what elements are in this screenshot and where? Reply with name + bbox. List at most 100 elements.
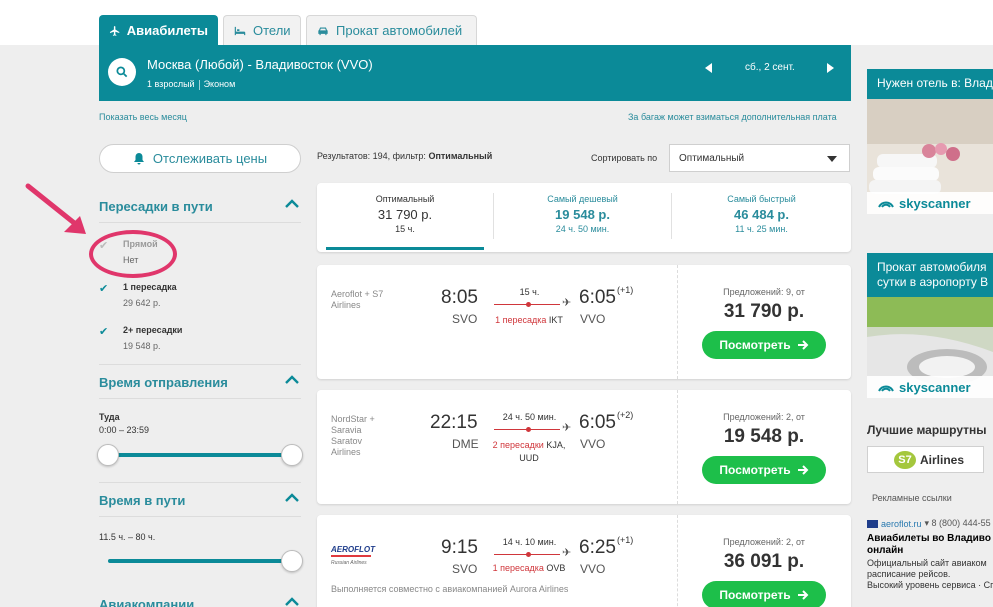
tab-flights[interactable]: Авиабилеты [99, 15, 218, 45]
sort-select[interactable]: Оптимальный [669, 144, 850, 172]
filter-departure-header[interactable]: Время отправления [99, 375, 301, 390]
skyscanner-logo: skyscanner [867, 376, 993, 398]
filter-stops-header[interactable]: Пересадки в пути [99, 199, 301, 214]
logo-wings [331, 555, 371, 557]
stops-count: 1 пересадка [492, 563, 544, 573]
departure-airport: SVO [452, 312, 478, 326]
s7-logo-name: Airlines [920, 452, 965, 467]
flight-card[interactable]: Aeroflot + S7 Airlines 8:05 SVO 15 ч. ✈ … [317, 265, 851, 379]
departure-time: 8:05 [441, 287, 478, 308]
filter-airlines-header[interactable]: Авиакомпании [99, 597, 301, 607]
carrier-line: Saravia [331, 425, 362, 435]
flight-card[interactable]: NordStar + Saravia Saratov Airlines 22:1… [317, 390, 851, 504]
flag-icon [867, 519, 878, 528]
search-icon[interactable] [108, 58, 136, 86]
ad-text: Высокий уровень сервиса · Сп [867, 580, 993, 590]
departure-label: Туда [99, 412, 120, 422]
ad-title-cont[interactable]: онлайн [867, 545, 903, 556]
checkbox-icon[interactable]: ✔ [99, 282, 113, 296]
arrival-day-offset: (+1) [617, 285, 634, 295]
departure-time: 22:15 [430, 412, 478, 433]
duration-slider-max-handle[interactable] [281, 550, 303, 572]
departure-slider-min-handle[interactable] [97, 444, 119, 466]
sort-value: Оптимальный [679, 153, 745, 164]
carrier-line: Saratov [331, 436, 363, 446]
sort-tab-optimal[interactable]: Оптимальный 31 790 р. 15 ч. [317, 183, 493, 252]
view-flight-button[interactable]: Посмотреть [702, 456, 826, 484]
duration-slider-track[interactable] [108, 559, 293, 563]
filter-duration-header[interactable]: Время в пути [99, 493, 301, 508]
s7-airlines-logo[interactable]: S7 Airlines [867, 446, 984, 473]
annotation-circle [89, 230, 177, 278]
checkbox-icon[interactable]: ✔ [99, 325, 113, 339]
divider [99, 516, 301, 517]
view-flight-button[interactable]: Посмотреть [702, 581, 826, 607]
stops-count: 2 пересадки [492, 440, 544, 450]
ad-title[interactable]: Авиабилеты во Владиво [867, 533, 991, 544]
plane-icon: ✈ [562, 547, 572, 559]
sort-tab-fastest[interactable]: Самый быстрый 46 484 р. 11 ч. 25 мин. [672, 183, 851, 252]
passengers-text: 1 взрослый [147, 79, 195, 89]
next-date-icon[interactable] [823, 61, 837, 75]
carrier-name: Aeroflot + S7 Airlines [331, 289, 383, 311]
sort-tab-title: Оптимальный [375, 194, 435, 204]
skyscanner-icon [878, 385, 894, 392]
departure-airport: DME [452, 437, 479, 451]
show-month-link[interactable]: Показать весь месяц [99, 112, 187, 122]
flight-price: 36 091 р. [723, 551, 805, 572]
bed-icon [234, 26, 246, 35]
separator [198, 80, 200, 90]
departure-slider-track[interactable] [108, 453, 293, 457]
route-details: 1 взрослый Эконом [147, 79, 235, 90]
stop-dot [526, 552, 531, 557]
skyscanner-text: skyscanner [899, 195, 971, 211]
arrival-airport: VVO [580, 312, 606, 326]
track-prices-button[interactable]: Отслеживать цены [99, 144, 301, 173]
stops-info: 1 пересадка OVB [487, 563, 571, 573]
ad-url[interactable]: aeroflot.ru [881, 519, 922, 529]
option-sub: 19 548 р. [123, 341, 161, 351]
ad-phone: ▾ 8 (800) 444-55 [924, 518, 991, 528]
flight-duration: 24 ч. 50 мин. [502, 412, 557, 422]
baggage-fee-link[interactable]: За багаж может взиматься дополнительная … [628, 112, 837, 122]
search-summary-bar[interactable]: Москва (Любой) - Владивосток (VVO) 1 взр… [99, 45, 851, 101]
flight-duration: 15 ч. [519, 287, 540, 297]
arrival-time: 6:05 [579, 287, 616, 308]
caret-down-icon [827, 156, 837, 162]
offers-count: Предложений: 9, от [723, 287, 805, 297]
arrival-day-offset: (+2) [617, 410, 634, 420]
car-rental-ad[interactable]: Прокат автомобиля сутки в аэропорту В sk… [867, 253, 993, 398]
sort-tab-price: 31 790 р. [377, 207, 433, 222]
departure-airport: SVO [452, 562, 478, 576]
hotel-ad[interactable]: Нужен отель в: Влад skyscanner [867, 69, 993, 214]
flight-card[interactable]: AEROFLOT Russian Airlines 9:15 SVO 14 ч.… [317, 515, 851, 607]
tab-hotels[interactable]: Отели [223, 15, 301, 45]
arrival-time: 6:05 [579, 412, 616, 433]
ad-url-line[interactable]: aeroflot.ru ▾ 8 (800) 444-55 [867, 518, 991, 529]
results-count-label: Результатов: 194, фильтр: [317, 151, 426, 161]
results-filter-name: Оптимальный [428, 151, 493, 161]
results-count: Результатов: 194, фильтр: Оптимальный [317, 151, 492, 161]
car-icon [318, 27, 328, 35]
view-flight-button[interactable]: Посмотреть [702, 331, 826, 359]
departure-slider-max-handle[interactable] [281, 444, 303, 466]
departure-range: 0:00 – 23:59 [99, 425, 150, 435]
sort-tab-cheapest[interactable]: Самый дешевый 19 548 р. 24 ч. 50 мин. [494, 183, 671, 252]
sort-tab-duration: 15 ч. [395, 224, 415, 234]
carrier-logo-sub: Russian Airlines [331, 560, 367, 566]
codeshare-note: Выполняется совместно с авиакомпанией Au… [331, 584, 569, 594]
flight-price: 19 548 р. [723, 426, 805, 447]
sort-tab-title: Самый дешевый [547, 194, 618, 204]
sort-tab-title: Самый быстрый [727, 194, 796, 204]
cabin-text: Эконом [203, 79, 236, 89]
duration-range: 11.5 ч. – 80 ч. [99, 532, 156, 542]
carrier-line: Aeroflot + S7 [331, 289, 384, 299]
chevron-up-icon [285, 375, 299, 384]
tab-car-rental[interactable]: Прокат автомобилей [306, 15, 477, 45]
car-ad-title: Прокат автомобиля сутки в аэропорту В [867, 253, 993, 297]
carrier-line: NordStar + [331, 414, 375, 424]
prev-date-icon[interactable] [702, 61, 716, 75]
skyscanner-text: skyscanner [899, 379, 971, 395]
view-flight-label: Посмотреть [719, 338, 791, 352]
plane-icon: ✈ [562, 422, 572, 434]
